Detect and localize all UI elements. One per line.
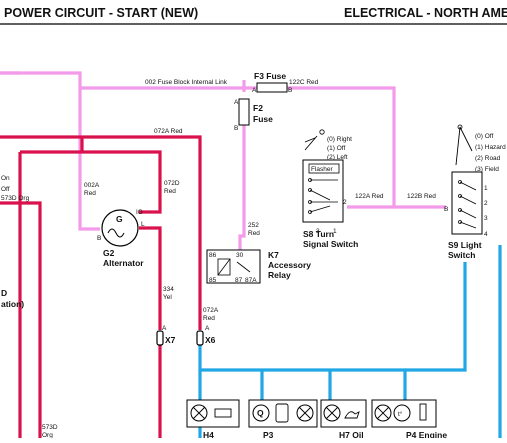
wire-072a bbox=[0, 135, 202, 330]
wire-label-122c: 122C Red bbox=[289, 79, 319, 86]
wire-252 bbox=[238, 125, 246, 250]
g2-pin-l: L bbox=[141, 221, 145, 228]
k7-pin-85: 85 bbox=[209, 277, 217, 284]
wire-label-122b: 122B Red bbox=[407, 193, 436, 200]
s9-id: S9 Light bbox=[448, 240, 482, 250]
s9-pos-road: (2) Road bbox=[475, 155, 501, 162]
f3-pin-b: B bbox=[288, 87, 292, 94]
gauge-q-glyph: Q bbox=[257, 408, 264, 418]
wire-label-072a-x6: 072A Red bbox=[203, 307, 219, 322]
h7-label: H7 Oil bbox=[339, 430, 364, 438]
left-label-d: D bbox=[1, 288, 7, 298]
wiring-diagram: POWER CIRCUIT - START (NEW) ELECTRICAL -… bbox=[0, 0, 507, 440]
f3-fuse-label: F3 Fuse bbox=[254, 71, 286, 81]
wire-label-573d-org: 573D Org bbox=[1, 195, 30, 202]
s9-pin-4: 4 bbox=[484, 231, 488, 238]
s8-pos-left: (2) Left bbox=[327, 154, 348, 161]
wire-blue-bus bbox=[198, 345, 407, 400]
h4-indicator: H4 bbox=[186, 399, 240, 440]
s9-pin-b: B bbox=[444, 206, 448, 213]
x7-label: X7 bbox=[165, 335, 176, 345]
s9-pin-3: 3 bbox=[484, 215, 488, 222]
section-title: ELECTRICAL - NORTH AMERICA bbox=[344, 6, 507, 20]
wire-label-334: 334 Yel bbox=[163, 286, 174, 301]
s8-pos-right: (0) Right bbox=[327, 136, 352, 143]
k7-pin-87a: 87A bbox=[245, 277, 257, 284]
wire-label-072d: 072D Red bbox=[164, 180, 180, 195]
k7-pin-87: 87 bbox=[235, 277, 243, 284]
alternator-g-glyph: G bbox=[116, 214, 123, 224]
s9-pin-2: 2 bbox=[484, 200, 488, 207]
pink-wires bbox=[0, 71, 446, 250]
wire-label-122a: 122A Red bbox=[355, 193, 384, 200]
wire-label-002a: 002A Red bbox=[84, 182, 100, 197]
x7-pin-a: A bbox=[162, 325, 167, 332]
wire-label-fuse-link: 002 Fuse Block Internal Link bbox=[145, 79, 228, 86]
wire-blue-s9 bbox=[405, 262, 467, 372]
wire-label-072a-top: 072A Red bbox=[154, 128, 183, 135]
k7-name-2: Relay bbox=[268, 270, 291, 280]
wire-label-252: 252 Red bbox=[248, 222, 260, 237]
s8-pos-off: (1) Off bbox=[327, 145, 345, 152]
page-title: POWER CIRCUIT - START (NEW) bbox=[4, 6, 198, 20]
s9-light-switch: (0) Off (1) Hazard (2) Road (3) Field B … bbox=[444, 124, 506, 260]
g2-id: G2 bbox=[103, 248, 115, 258]
pivot-icon bbox=[319, 129, 325, 135]
wire-334 bbox=[139, 226, 162, 330]
f3-fuse: F3 Fuse A B bbox=[252, 71, 292, 94]
f2-fuse: F2 Fuse A B bbox=[234, 98, 273, 132]
left-label-ation: ation) bbox=[1, 299, 24, 309]
s8-turn-signal-switch: Flasher 2 3 1 (0) Right (1) Off (2) Left… bbox=[302, 129, 358, 249]
f2-pin-b: B bbox=[234, 125, 238, 132]
k7-name-1: Accessory bbox=[268, 260, 311, 270]
s9-name: Switch bbox=[448, 250, 475, 260]
x6-label: X6 bbox=[205, 335, 216, 345]
s8-pin-2: 2 bbox=[343, 199, 347, 206]
wire-fuse-link-122 bbox=[80, 86, 446, 209]
s8-name: Signal Switch bbox=[303, 239, 358, 249]
g2-pin-ig: IG bbox=[136, 209, 143, 216]
f2-label: F2 bbox=[253, 103, 263, 113]
left-label-off: Off bbox=[1, 186, 10, 193]
p4-label: P4 Engine bbox=[406, 430, 447, 438]
g2-pin-b: B bbox=[97, 235, 101, 242]
f2-pin-a: A bbox=[234, 99, 239, 106]
p4-engine-gauge: t° P4 Engine bbox=[371, 399, 447, 440]
f3-pin-a: A bbox=[252, 87, 257, 94]
schematic-canvas: POWER CIRCUIT - START (NEW) ELECTRICAL -… bbox=[0, 6, 507, 440]
left-label-on: On bbox=[1, 175, 10, 182]
lever-icon bbox=[304, 135, 318, 151]
s8-id: S8 Turn bbox=[303, 229, 334, 239]
p3-gauge: Q P3 bbox=[248, 399, 318, 440]
k7-relay: 86 30 85 87 87A K7 Accessory Relay bbox=[206, 249, 311, 284]
flasher-label: Flasher bbox=[311, 166, 334, 173]
s9-pos-field: (3) Field bbox=[475, 166, 499, 173]
temp-gauge-glyph: t° bbox=[398, 410, 403, 418]
k7-pin-86: 86 bbox=[209, 252, 217, 259]
p3-label: P3 bbox=[263, 430, 274, 438]
k7-id: K7 bbox=[268, 250, 279, 260]
wire-label-573d-bottom: 573D Org bbox=[42, 424, 58, 438]
x6-pin-a: A bbox=[205, 325, 210, 332]
k7-pin-30: 30 bbox=[236, 252, 244, 259]
s9-pos-hazard: (1) Hazard bbox=[475, 144, 506, 151]
g2-name: Alternator bbox=[103, 258, 144, 268]
h4-label: H4 bbox=[203, 430, 214, 438]
f2-fuse-label: Fuse bbox=[253, 114, 273, 124]
g2-alternator: G IG B L G2 Alternator bbox=[97, 209, 145, 268]
h7-oil-indicator: H7 Oil bbox=[320, 399, 367, 440]
s9-pos-off: (0) Off bbox=[475, 133, 493, 140]
s9-pin-1: 1 bbox=[484, 185, 488, 192]
rotary-icon bbox=[455, 126, 473, 166]
